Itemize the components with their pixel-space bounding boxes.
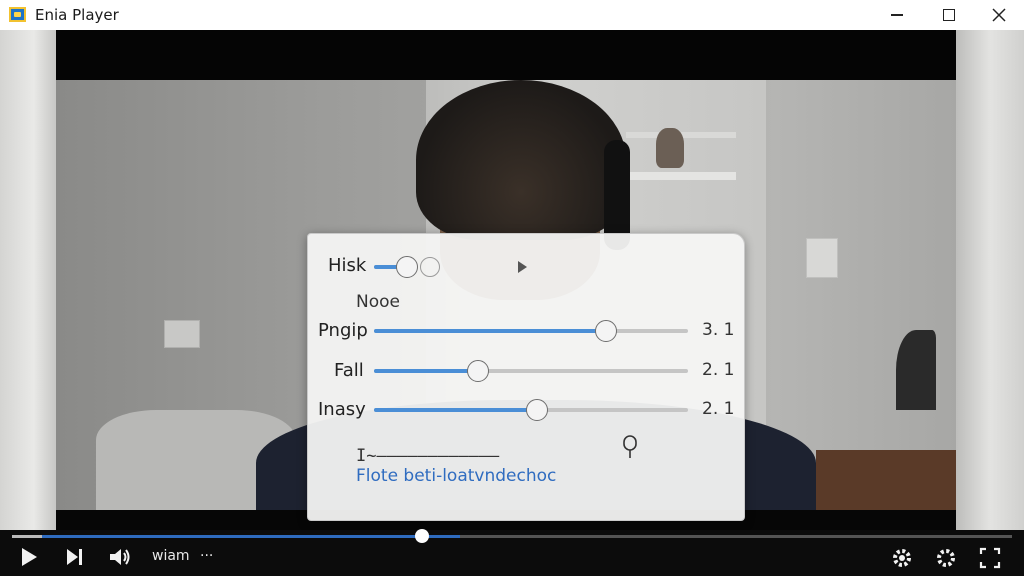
slider-fill bbox=[374, 369, 478, 373]
gear-icon[interactable] bbox=[934, 546, 958, 570]
close-button[interactable] bbox=[976, 0, 1022, 30]
hisk-toggle-ghost bbox=[420, 257, 440, 277]
seek-buffer bbox=[12, 535, 460, 538]
close-icon bbox=[992, 8, 1006, 22]
minimize-button[interactable] bbox=[874, 0, 920, 30]
volume-text: wiam bbox=[152, 548, 190, 564]
slider-fill bbox=[374, 329, 606, 333]
fullscreen-icon[interactable] bbox=[978, 546, 1002, 570]
slider-knob[interactable] bbox=[526, 399, 548, 421]
panel-row-label: Nooe bbox=[356, 292, 400, 312]
seek-knob[interactable] bbox=[415, 529, 429, 543]
inasy-slider[interactable] bbox=[374, 399, 688, 421]
settings-panel: Hisk Nooe Pngip 3. 1 Fall 2. 1 Inasy 2. … bbox=[307, 233, 745, 521]
volume-label: wiam ··· bbox=[152, 548, 213, 564]
fall-slider[interactable] bbox=[374, 360, 688, 382]
minimize-icon bbox=[891, 14, 903, 16]
play-icon[interactable] bbox=[18, 546, 40, 568]
app-icon bbox=[9, 7, 26, 22]
control-bar: wiam ··· bbox=[0, 529, 1024, 576]
slider-knob[interactable] bbox=[595, 320, 617, 342]
settings-small-icon[interactable] bbox=[890, 546, 914, 570]
window-title: Enia Player bbox=[35, 6, 119, 24]
slider-fill bbox=[374, 408, 537, 412]
play-mini-icon[interactable] bbox=[518, 261, 527, 273]
more-icon[interactable]: ··· bbox=[200, 548, 213, 564]
hisk-toggle-knob[interactable] bbox=[396, 256, 418, 278]
pngip-slider[interactable] bbox=[374, 320, 688, 342]
slider-knob[interactable] bbox=[467, 360, 489, 382]
panel-row-label: Inasy bbox=[318, 399, 366, 420]
panel-row-label: Fall bbox=[334, 360, 364, 381]
slider-value: 3. 1 bbox=[702, 320, 735, 340]
letterbox-top bbox=[56, 30, 956, 80]
next-icon[interactable] bbox=[64, 546, 86, 568]
dash-line: I~———————————— bbox=[356, 446, 500, 466]
microphone-icon[interactable] bbox=[621, 434, 639, 460]
panel-row-label: Hisk bbox=[328, 255, 367, 276]
volume-icon[interactable] bbox=[108, 546, 134, 568]
panel-row-label: Pngip bbox=[318, 320, 368, 341]
seek-played bbox=[12, 535, 42, 538]
panel-link[interactable]: Flote beti-loatvndechoc bbox=[356, 466, 556, 486]
slider-value: 2. 1 bbox=[702, 399, 735, 419]
slider-value: 2. 1 bbox=[702, 360, 735, 380]
hisk-toggle[interactable] bbox=[374, 256, 440, 278]
title-bar: Enia Player bbox=[0, 0, 1024, 30]
maximize-button[interactable] bbox=[926, 0, 972, 30]
maximize-icon bbox=[943, 9, 955, 21]
seek-bar[interactable] bbox=[12, 529, 1012, 543]
